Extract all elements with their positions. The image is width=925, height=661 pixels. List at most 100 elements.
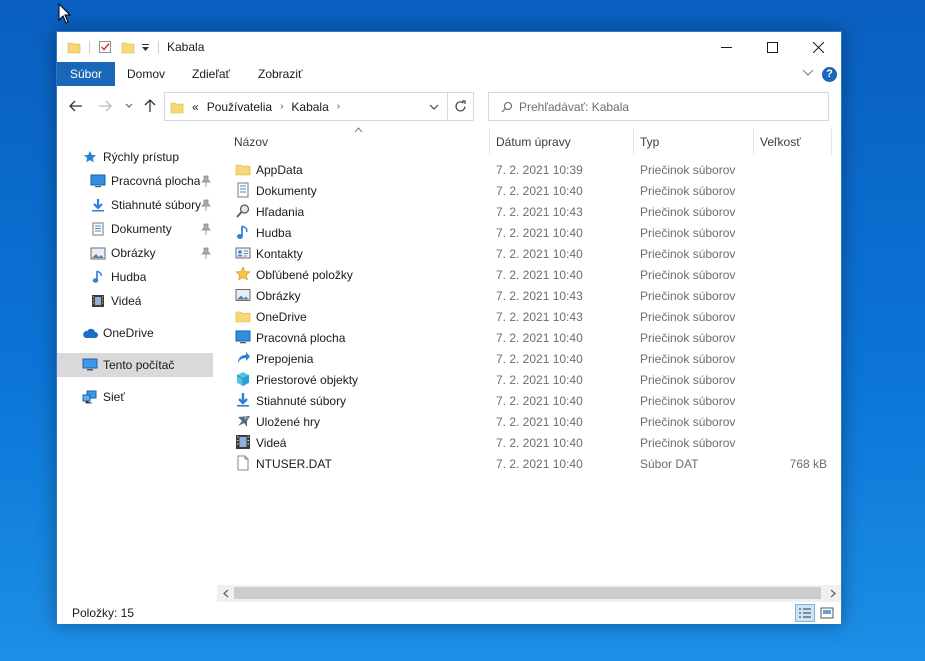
file-type: Priečinok súborov: [640, 373, 736, 387]
scrollbar-thumb[interactable]: [234, 587, 821, 599]
close-button[interactable]: [795, 32, 841, 62]
large-icons-view-icon: [820, 607, 834, 619]
address-overflow[interactable]: «: [192, 100, 199, 114]
quick-access-dropdown-icon[interactable]: [141, 39, 150, 55]
cloud-icon: [81, 324, 99, 342]
file-row-ntuser-dat[interactable]: NTUSER.DAT 7. 2. 2021 10:40 Súbor DAT 768 k…: [217, 453, 841, 474]
search-box[interactable]: [488, 92, 829, 121]
sidebar-item-pictures[interactable]: Obrázky: [57, 241, 213, 265]
close-icon: [812, 41, 824, 53]
sidebar-item-downloads[interactable]: Stiahnuté súbory: [57, 193, 213, 217]
sidebar-item-documents[interactable]: Dokumenty: [57, 217, 213, 241]
tab-view[interactable]: Zobraziť: [245, 62, 316, 86]
videos-icon: [235, 434, 251, 450]
file-size: 768 kB: [789, 457, 827, 471]
help-button[interactable]: ?: [822, 67, 837, 82]
column-header-date[interactable]: Dátum úpravy: [479, 127, 623, 157]
videos-icon: [89, 292, 107, 310]
sidebar-item-desktop[interactable]: Pracovná plocha: [57, 169, 213, 193]
file-type: Priečinok súborov: [640, 436, 736, 450]
maximize-button[interactable]: [749, 32, 795, 62]
folder-icon: [235, 308, 251, 324]
breadcrumb-kabala[interactable]: Kabala: [291, 100, 328, 114]
contacts-icon: [235, 245, 251, 261]
scroll-left-button[interactable]: [217, 585, 234, 602]
chevron-left-icon: [222, 589, 228, 598]
scroll-right-button[interactable]: [824, 585, 841, 602]
back-arrow-icon: [69, 100, 82, 112]
tab-share[interactable]: Zdieľať: [179, 62, 243, 86]
file-date-modified: 7. 2. 2021 10:43: [496, 205, 583, 219]
item-count: Položky: 15: [72, 606, 135, 620]
file-row-onedrive[interactable]: OneDrive 7. 2. 2021 10:43 Priečinok súboro…: [217, 306, 841, 327]
sidebar-item-videos[interactable]: Videá: [57, 289, 213, 313]
file-row-stiahnute-subory[interactable]: Stiahnuté súbory 7. 2. 2021 10:40 Priečino…: [217, 390, 841, 411]
tab-home[interactable]: Domov: [114, 62, 178, 86]
file-row-ulozene-hry[interactable]: Uložené hry 7. 2. 2021 10:40 Priečinok súb…: [217, 411, 841, 432]
title-separator: [158, 41, 159, 54]
expand-ribbon-icon[interactable]: [802, 66, 814, 80]
file-row-appdata[interactable]: AppData 7. 2. 2021 10:39 Priečinok súborov: [217, 159, 841, 180]
column-divider[interactable]: [831, 129, 832, 155]
sidebar-item-this-pc[interactable]: Tento počítač: [57, 353, 213, 377]
file-date-modified: 7. 2. 2021 10:40: [496, 457, 583, 471]
file-row-hudba[interactable]: Hudba 7. 2. 2021 10:40 Priečinok súborov: [217, 222, 841, 243]
address-dropdown-button[interactable]: [421, 92, 447, 121]
file-type: Priečinok súborov: [640, 289, 736, 303]
sidebar-item-music[interactable]: Hudba: [57, 265, 213, 289]
file-row-dokumenty[interactable]: Dokumenty 7. 2. 2021 10:40 Priečinok súbor…: [217, 180, 841, 201]
file-type: Priečinok súborov: [640, 415, 736, 429]
file-type: Priečinok súborov: [640, 331, 736, 345]
file-name: Kontakty: [256, 247, 303, 261]
breadcrumb-chevron-icon[interactable]: ›: [337, 101, 340, 112]
details-view-button[interactable]: [795, 604, 815, 622]
tab-file[interactable]: Súbor: [57, 62, 116, 86]
breadcrumb-chevron-icon[interactable]: ›: [280, 101, 283, 112]
column-header-name[interactable]: Názov: [217, 127, 489, 157]
search-icon: [235, 203, 251, 219]
large-icons-view-button[interactable]: [817, 604, 837, 622]
file-row-videa[interactable]: Videá 7. 2. 2021 10:40 Priečinok súborov: [217, 432, 841, 453]
file-row-pracovna-plocha[interactable]: Pracovná plocha 7. 2. 2021 10:40 Priečinok…: [217, 327, 841, 348]
column-header-type[interactable]: Typ: [623, 127, 753, 157]
horizontal-scrollbar[interactable]: [217, 585, 841, 602]
breadcrumb-users[interactable]: Používatelia: [207, 100, 272, 114]
chevron-down-icon: [125, 103, 133, 108]
file-name: Priestorové objekty: [256, 373, 359, 387]
new-folder-icon[interactable]: [121, 39, 135, 55]
back-button[interactable]: [66, 96, 86, 116]
file-name: Stiahnuté súbory: [256, 394, 347, 408]
file-row-kontakty[interactable]: Kontakty 7. 2. 2021 10:40 Priečinok súboro…: [217, 243, 841, 264]
file-type: Súbor DAT: [640, 457, 699, 471]
file-name: Prepojenia: [256, 352, 314, 366]
forward-button[interactable]: [95, 96, 115, 116]
minimize-button[interactable]: [703, 32, 749, 62]
file-type: Priečinok súborov: [640, 226, 736, 240]
refresh-button[interactable]: [447, 92, 474, 121]
window-title: Kabala: [167, 40, 205, 54]
file-row-oblubene-polozky[interactable]: Obľúbené položky 7. 2. 2021 10:40 Priečino…: [217, 264, 841, 285]
folder-icon: [67, 39, 81, 55]
file-explorer-window: Kabala Súbor Domov Zdieľať Zobraziť ? « …: [56, 31, 842, 624]
properties-icon[interactable]: [98, 39, 112, 55]
file-type: Priečinok súborov: [640, 394, 736, 408]
file-row-obrazky[interactable]: Obrázky 7. 2. 2021 10:43 Priečinok súborov: [217, 285, 841, 306]
ribbon-tabs: Súbor Domov Zdieľať Zobraziť ?: [57, 62, 841, 86]
desktop-icon: [89, 172, 107, 190]
forward-arrow-icon: [99, 100, 112, 112]
sidebar-item-onedrive[interactable]: OneDrive: [57, 321, 213, 345]
sidebar-item-quick-access[interactable]: Rýchly prístup: [57, 145, 213, 169]
sidebar-item-network[interactable]: Sieť: [57, 385, 213, 409]
file-name: AppData: [256, 163, 303, 177]
up-arrow-icon: [144, 99, 156, 112]
file-row-priestorove-objekty[interactable]: Priestorové objekty 7. 2. 2021 10:40 Prieč…: [217, 369, 841, 390]
up-button[interactable]: [140, 96, 160, 116]
recent-locations-button[interactable]: [119, 96, 139, 116]
refresh-icon: [455, 100, 466, 112]
chevron-down-icon: [429, 104, 439, 110]
column-header-size[interactable]: Veľkosť: [743, 127, 831, 157]
minimize-icon: [720, 46, 732, 48]
search-input[interactable]: [519, 99, 819, 114]
file-row-hladania[interactable]: Hľadania 7. 2. 2021 10:43 Priečinok súboro…: [217, 201, 841, 222]
file-row-prepojenia[interactable]: Prepojenia 7. 2. 2021 10:40 Priečinok súbo…: [217, 348, 841, 369]
